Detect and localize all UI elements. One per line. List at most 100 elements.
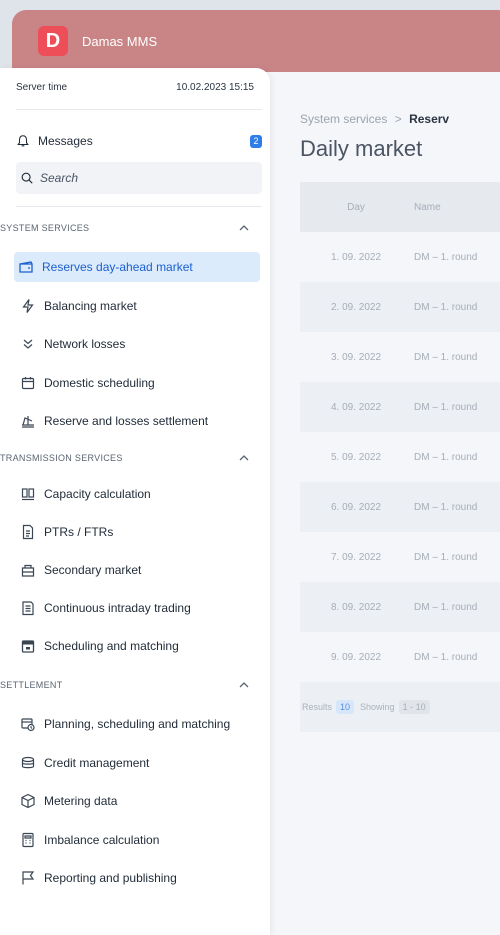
cube-icon [20,793,36,809]
cell-day: 9. 09. 2022 [330,651,382,663]
section-settlement[interactable]: SETTLEMENT [0,680,262,690]
table-row[interactable]: 9. 09. 2022 DM – 1. round [300,632,500,682]
sidebar-item[interactable]: Imbalance calculation [16,825,262,855]
messages-label: Messages [38,134,93,148]
cell-day: 2. 09. 2022 [330,301,382,313]
flag-icon [20,870,36,886]
document-icon [20,524,36,540]
table-row[interactable]: 1. 09. 2022 DM – 1. round [300,232,500,282]
search-box[interactable] [16,162,262,194]
cell-name: DM – 1. round [414,301,478,313]
table-row[interactable]: 7. 09. 2022 DM – 1. round [300,532,500,582]
sidebar-item[interactable]: Capacity calculation [16,479,262,509]
messages-count-badge: 2 [250,134,262,148]
sidebar-item[interactable]: Scheduling and matching [16,631,262,661]
sidebar-item[interactable]: Domestic scheduling [16,368,262,398]
table-row[interactable]: 3. 09. 2022 DM – 1. round [300,332,500,382]
page-title: Daily market [300,136,423,161]
cell-name: DM – 1. round [414,501,478,513]
sidebar-item-label: Reserves day-ahead market [42,260,193,274]
column-header-day[interactable]: Day [300,202,406,213]
sidebar-item[interactable]: Reserves day-ahead market [14,252,260,282]
cell-name: DM – 1. round [414,401,478,413]
server-time-label: Server time [16,82,68,93]
breadcrumb: System services > Reserv [300,112,449,126]
breadcrumb-separator: > [394,112,402,126]
sidebar-item[interactable]: Network losses [16,329,262,359]
sidebar-item[interactable]: Reserve and losses settlement [16,406,262,436]
calendar-filled-icon [20,638,36,654]
table-row[interactable]: 8. 09. 2022 DM – 1. round [300,582,500,632]
breadcrumb-parent[interactable]: System services [300,112,387,126]
sidebar-item-label: Reporting and publishing [44,871,177,885]
scales-icon [20,413,36,429]
cell-day: 4. 09. 2022 [330,401,382,413]
cell-name: DM – 1. round [414,351,478,363]
cell-day: 1. 09. 2022 [330,251,382,263]
section-system-services[interactable]: SYSTEM SERVICES [0,223,262,233]
chevron-up-icon[interactable] [238,224,250,232]
main-content: System services > Reserv Daily market Da… [284,72,500,935]
sidebar-item[interactable]: Planning, scheduling and matching [16,706,262,742]
shop-icon [20,562,36,578]
showing-range: 1 - 10 [398,700,430,714]
app-logo[interactable]: D [38,26,68,56]
calculator-icon [20,832,36,848]
server-time-value: 10.02.2023 15:15 [176,82,254,93]
money-icon [20,755,36,771]
lightning-icon [20,298,36,314]
sidebar-item-label: Balancing market [44,298,137,313]
messages-item[interactable]: Messages 2 [16,134,262,148]
table-footer: Results 10 Showing 1 - 10 [300,682,500,732]
wallet-icon [18,259,34,275]
sidebar-item[interactable]: Balancing market [16,291,262,321]
sidebar-item-label: PTRs / FTRs [44,525,114,539]
cell-name: DM – 1. round [414,251,478,263]
cell-day: 8. 09. 2022 [330,601,382,613]
sidebar-item[interactable]: PTRs / FTRs [16,517,262,547]
cell-day: 6. 09. 2022 [330,501,382,513]
chevron-up-icon[interactable] [238,454,250,462]
sidebar-item-label: Domestic scheduling [44,375,155,390]
divider [16,206,262,207]
table-header: Day Name [300,182,500,232]
table-row[interactable]: 5. 09. 2022 DM – 1. round [300,432,500,482]
grid-icon [20,486,36,502]
sidebar-item-label: Network losses [44,337,126,351]
sidebar-item[interactable]: Continuous intraday trading [16,593,262,623]
divider [16,109,262,110]
sidebar-item[interactable]: Reporting and publishing [16,863,262,893]
server-time: Server time 10.02.2023 15:15 [16,82,254,93]
app-name: Damas MMS [82,33,158,49]
section-title: SETTLEMENT [0,680,63,690]
results-label: Results [302,702,333,712]
search-input[interactable] [40,171,240,185]
sidebar-item-label: Metering data [44,794,118,808]
market-table: Day Name 1. 09. 2022 DM – 1. round 2. 09. … [300,182,500,732]
table-row[interactable]: 6. 09. 2022 DM – 1. round [300,482,500,532]
section-title: SYSTEM SERVICES [0,223,90,233]
sidebar-item[interactable]: Credit management [16,748,262,778]
sidebar: Server time 10.02.2023 15:15 Messages 2 … [0,68,270,935]
chevrons-down-icon [20,336,36,352]
sidebar-item-label: Scheduling and matching [44,639,179,653]
table-row[interactable]: 4. 09. 2022 DM – 1. round [300,382,500,432]
sidebar-item-label: Imbalance calculation [44,832,160,847]
calendar-clock-icon [20,716,36,732]
sidebar-item-label: Credit management [44,755,150,770]
sidebar-item-label: Capacity calculation [44,487,151,501]
cell-name: DM – 1. round [414,551,478,563]
table-row[interactable]: 2. 09. 2022 DM – 1. round [300,282,500,332]
results-count: 10 [336,700,355,714]
cell-day: 7. 09. 2022 [330,551,382,563]
section-title: TRANSMISSION SERVICES [0,453,123,463]
search-icon [20,171,34,185]
section-transmission-services[interactable]: TRANSMISSION SERVICES [0,453,262,463]
calendar-icon [20,375,36,391]
sidebar-item[interactable]: Metering data [16,786,262,816]
chevron-up-icon[interactable] [238,681,250,689]
cell-day: 3. 09. 2022 [330,351,382,363]
column-header-name[interactable]: Name [406,202,441,213]
sidebar-item[interactable]: Secondary market [16,555,262,585]
showing-label: Showing [360,702,395,712]
